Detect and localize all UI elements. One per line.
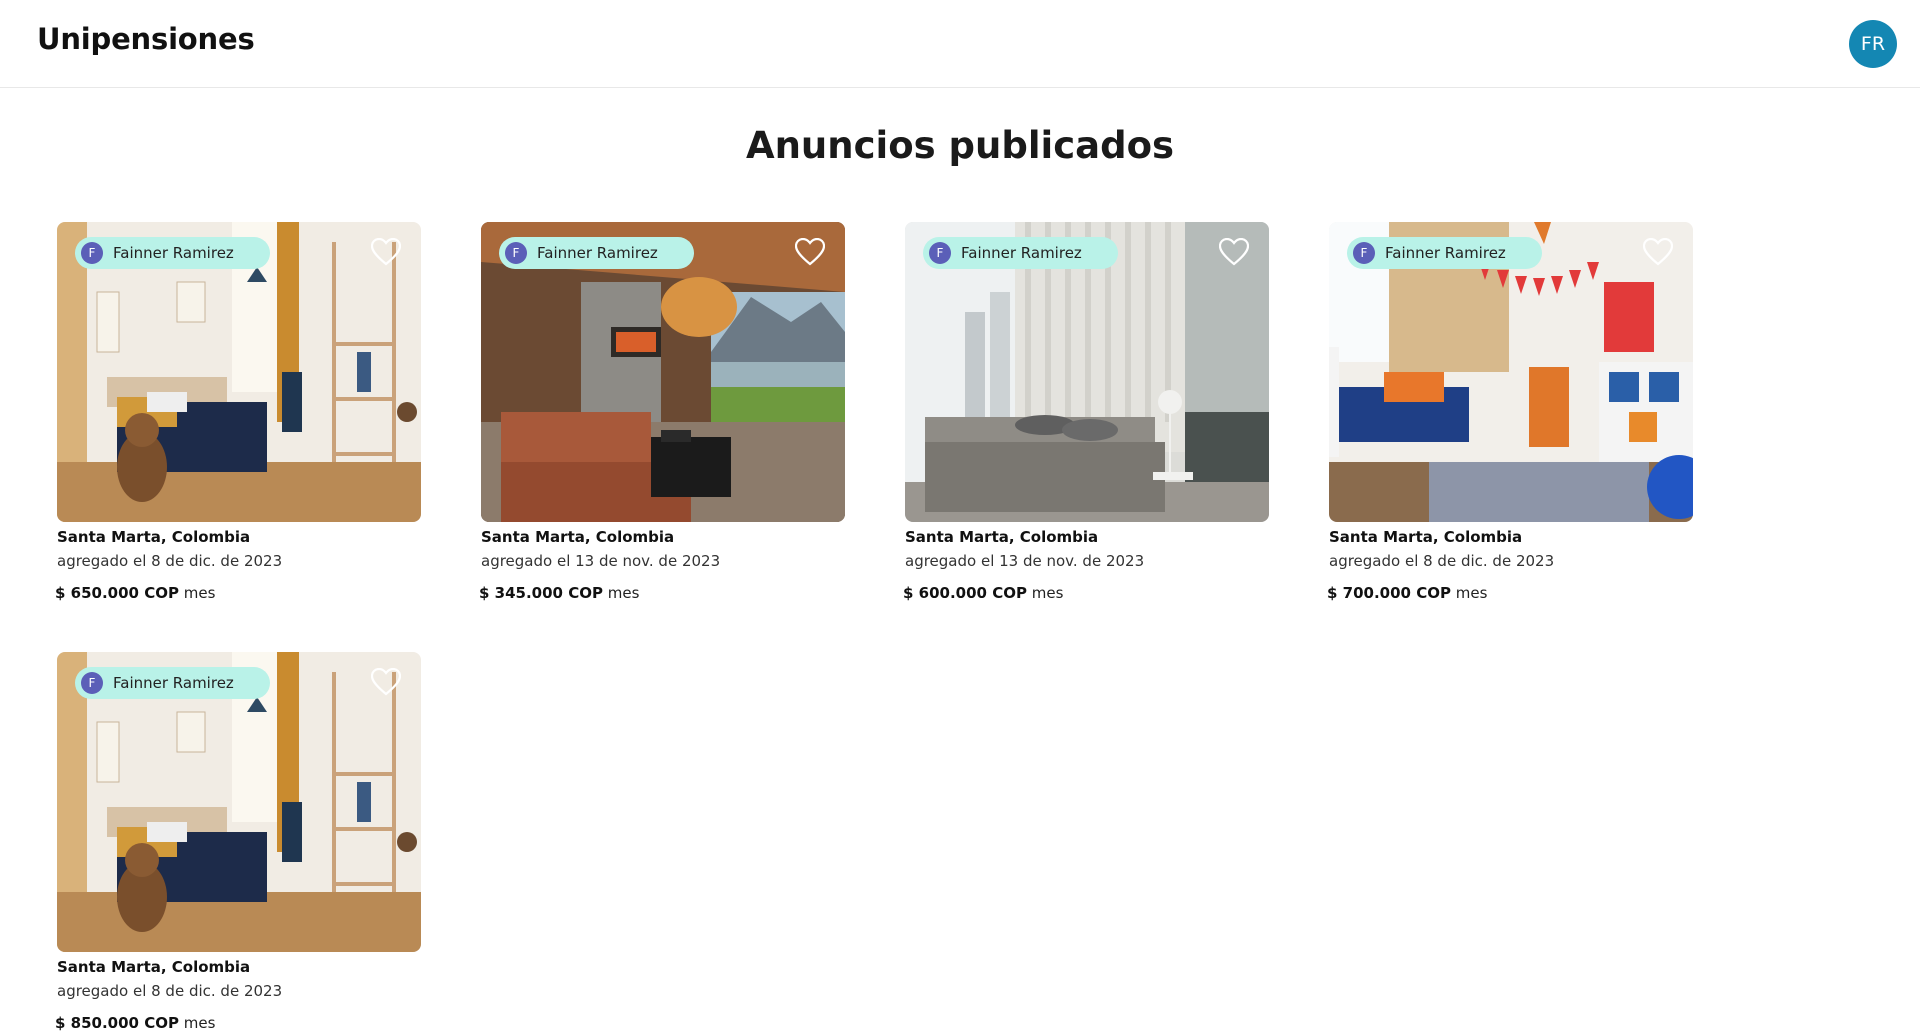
page-title: Anuncios publicados [745,124,1175,167]
listing-location: Santa Marta, Colombia [57,958,251,976]
listing-photo[interactable]: F Fainner Ramirez [57,652,421,952]
top-header: Unipensiones FR [0,0,1920,88]
listings-grid: F Fainner Ramirez Santa Marta, Colombia … [55,222,1697,1032]
listing-location: Santa Marta, Colombia [905,528,1099,546]
price-period: mes [183,584,216,602]
listing-location: Santa Marta, Colombia [481,528,675,546]
price-amount: $ 700.000 COP [1327,584,1451,602]
listing-location: Santa Marta, Colombia [1329,528,1523,546]
favorite-heart-icon[interactable] [370,237,402,266]
app-logo-title[interactable]: Unipensiones [37,22,255,56]
owner-name: Fainner Ramirez [113,244,234,262]
owner-name: Fainner Ramirez [961,244,1082,262]
listing-price: $ 345.000 COP mes [479,584,845,602]
listing-date: agregado el 8 de dic. de 2023 [1329,552,1555,570]
listing-photo[interactable]: F Fainner Ramirez [1329,222,1693,522]
listing-price: $ 700.000 COP mes [1327,584,1693,602]
owner-chip: F Fainner Ramirez [499,237,694,269]
listing-card[interactable]: F Fainner Ramirez Santa Marta, Colombia … [479,222,845,602]
favorite-heart-icon[interactable] [794,237,826,266]
user-avatar[interactable]: FR [1849,20,1897,68]
listing-card[interactable]: F Fainner Ramirez Santa Marta, Colombia … [903,222,1269,602]
listing-photo[interactable]: F Fainner Ramirez [481,222,845,522]
listing-photo[interactable]: F Fainner Ramirez [57,222,421,522]
owner-avatar: F [929,242,951,264]
owner-name: Fainner Ramirez [113,674,234,692]
listing-price: $ 600.000 COP mes [903,584,1269,602]
owner-avatar: F [505,242,527,264]
price-period: mes [1455,584,1488,602]
listing-price: $ 650.000 COP mes [55,584,421,602]
price-period: mes [607,584,640,602]
favorite-heart-icon[interactable] [1642,237,1674,266]
price-period: mes [1031,584,1064,602]
price-amount: $ 600.000 COP [903,584,1027,602]
listing-card[interactable]: F Fainner Ramirez Santa Marta, Colombia … [1327,222,1693,602]
listing-location: Santa Marta, Colombia [57,528,251,546]
favorite-heart-icon[interactable] [1218,237,1250,266]
listing-date: agregado el 8 de dic. de 2023 [57,982,283,1000]
owner-avatar: F [1353,242,1375,264]
listing-card[interactable]: F Fainner Ramirez Santa Marta, Colombia … [55,652,421,1032]
price-amount: $ 850.000 COP [55,1014,179,1032]
price-amount: $ 650.000 COP [55,584,179,602]
listing-card[interactable]: F Fainner Ramirez Santa Marta, Colombia … [55,222,421,602]
owner-chip: F Fainner Ramirez [923,237,1118,269]
listing-date: agregado el 13 de nov. de 2023 [481,552,721,570]
favorite-heart-icon[interactable] [370,667,402,696]
price-amount: $ 345.000 COP [479,584,603,602]
owner-chip: F Fainner Ramirez [75,667,270,699]
listing-date: agregado el 13 de nov. de 2023 [905,552,1145,570]
listing-photo[interactable]: F Fainner Ramirez [905,222,1269,522]
owner-avatar: F [81,242,103,264]
owner-name: Fainner Ramirez [1385,244,1506,262]
listing-date: agregado el 8 de dic. de 2023 [57,552,283,570]
owner-avatar: F [81,672,103,694]
listing-price: $ 850.000 COP mes [55,1014,421,1032]
price-period: mes [183,1014,216,1032]
owner-chip: F Fainner Ramirez [1347,237,1542,269]
owner-name: Fainner Ramirez [537,244,658,262]
owner-chip: F Fainner Ramirez [75,237,270,269]
